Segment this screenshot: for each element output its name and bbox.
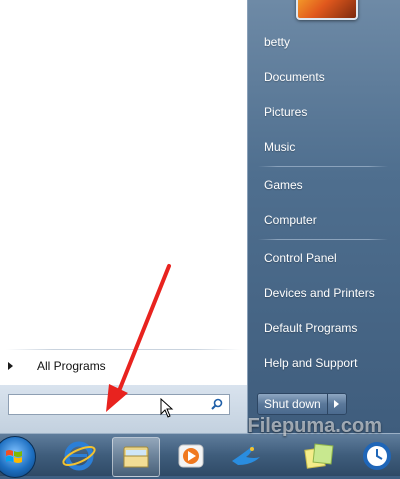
bird-app-icon — [232, 445, 260, 465]
shutdown-options-button[interactable] — [326, 394, 346, 414]
shutdown-control: Shut down — [257, 393, 347, 415]
clock-app-taskbar-button[interactable] — [354, 437, 400, 475]
folder-icon — [123, 446, 149, 468]
right-panel-separator — [258, 166, 388, 167]
user-folder-link[interactable]: betty — [256, 27, 390, 57]
games-link[interactable]: Games — [256, 170, 390, 200]
windows-explorer-taskbar-button[interactable] — [112, 437, 160, 477]
start-menu-right-panel: betty Documents Pictures Music Games Com… — [248, 0, 400, 433]
clock-app-icon — [363, 442, 391, 470]
taskbar — [0, 433, 400, 478]
internet-explorer-taskbar-button[interactable] — [56, 437, 102, 475]
pictures-link[interactable]: Pictures — [256, 97, 390, 127]
watermark-text: Filepuma.com — [247, 415, 382, 437]
search-area — [0, 385, 248, 433]
mouse-cursor-icon — [160, 398, 174, 418]
windows-logo-icon — [6, 450, 22, 463]
bird-app-taskbar-button[interactable] — [224, 437, 270, 475]
start-menu: All Programs betty Documents Pictures Mu… — [0, 0, 400, 433]
triangle-right-icon — [334, 400, 340, 408]
user-picture[interactable] — [296, 0, 358, 20]
media-player-icon — [178, 444, 204, 468]
devices-and-printers-link[interactable]: Devices and Printers — [256, 278, 390, 308]
all-programs-button[interactable]: All Programs — [4, 355, 242, 377]
control-panel-link[interactable]: Control Panel — [256, 243, 390, 273]
sticky-notes-icon — [304, 443, 334, 469]
help-and-support-link[interactable]: Help and Support — [256, 348, 390, 378]
default-programs-link[interactable]: Default Programs — [256, 313, 390, 343]
music-link[interactable]: Music — [256, 132, 390, 162]
left-panel-divider — [6, 349, 241, 350]
start-button[interactable] — [0, 436, 36, 478]
triangle-right-icon — [8, 362, 13, 370]
search-box[interactable] — [8, 394, 230, 415]
search-icon[interactable] — [211, 398, 223, 410]
documents-link[interactable]: Documents — [256, 62, 390, 92]
search-input[interactable] — [13, 396, 207, 415]
sticky-notes-taskbar-button[interactable] — [296, 437, 342, 475]
internet-explorer-icon — [62, 441, 96, 471]
all-programs-label: All Programs — [37, 359, 106, 373]
media-player-taskbar-button[interactable] — [168, 437, 214, 475]
start-menu-left-panel: All Programs — [0, 0, 248, 385]
computer-link[interactable]: Computer — [256, 205, 390, 235]
shutdown-button[interactable]: Shut down — [258, 394, 327, 414]
right-panel-separator — [258, 239, 388, 240]
